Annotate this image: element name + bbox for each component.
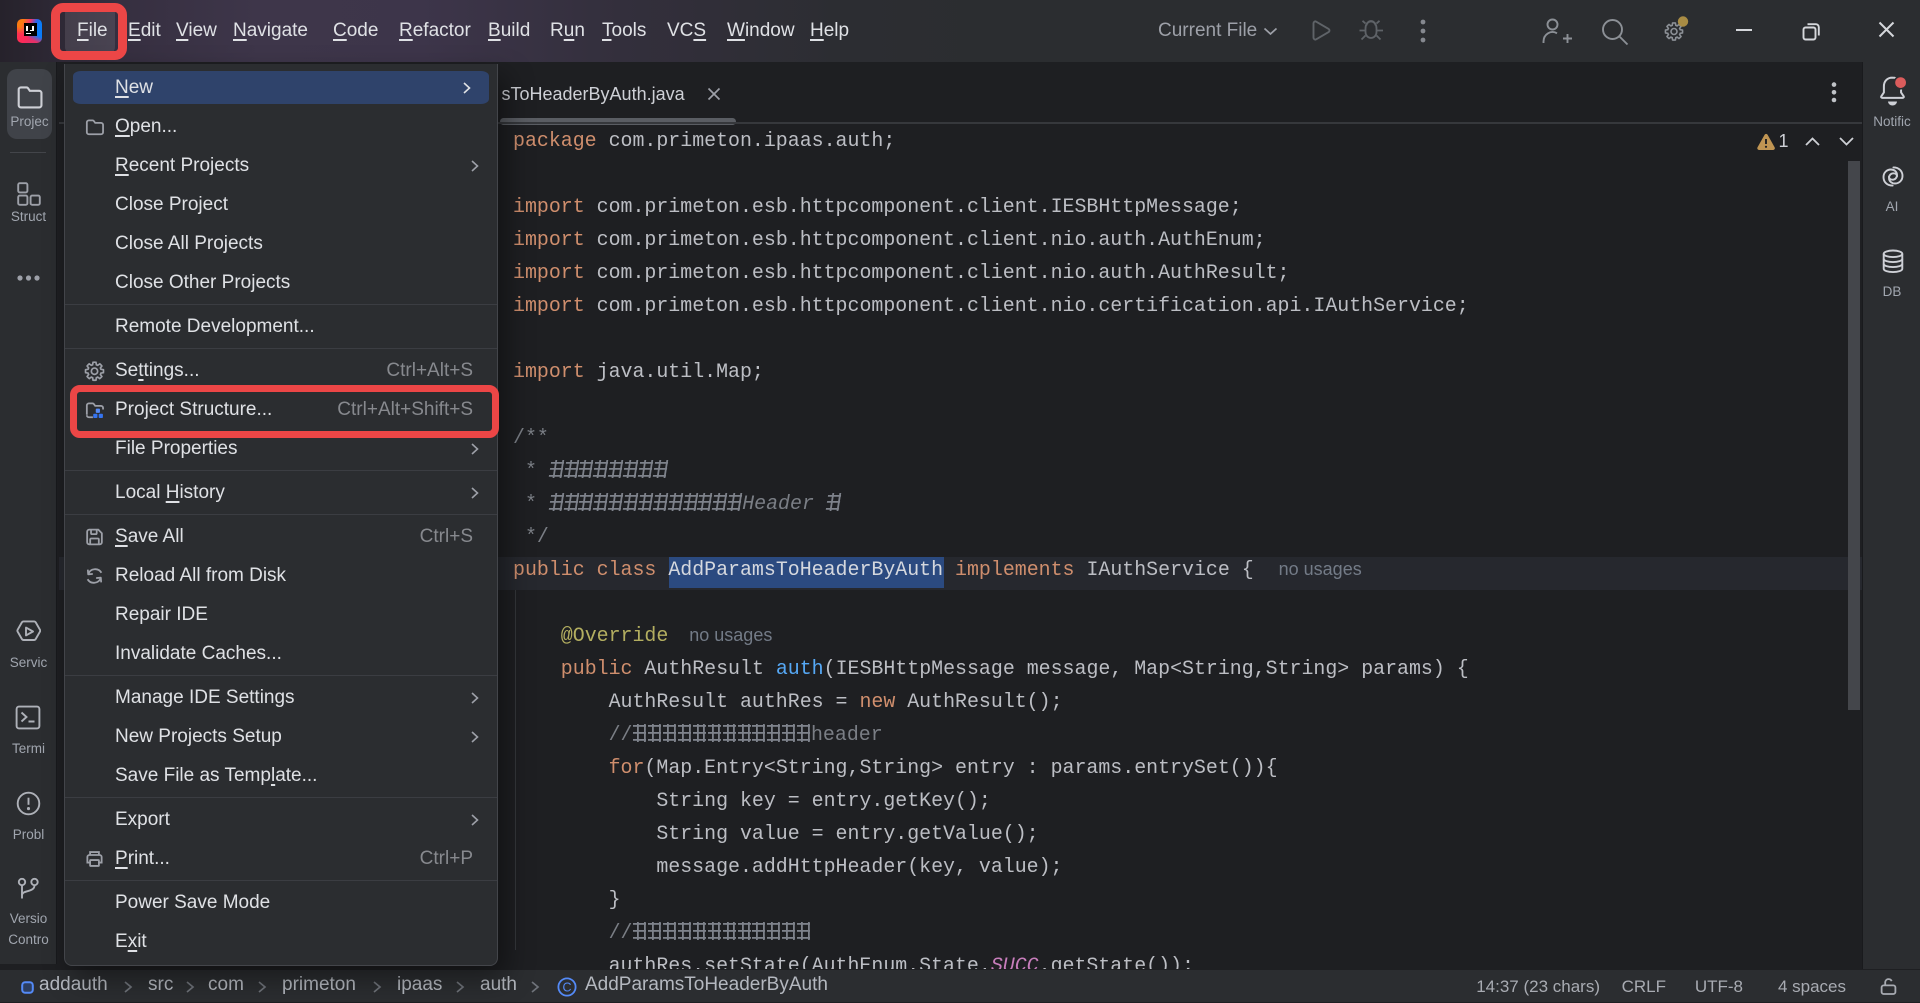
svg-text:C: C (562, 980, 571, 994)
